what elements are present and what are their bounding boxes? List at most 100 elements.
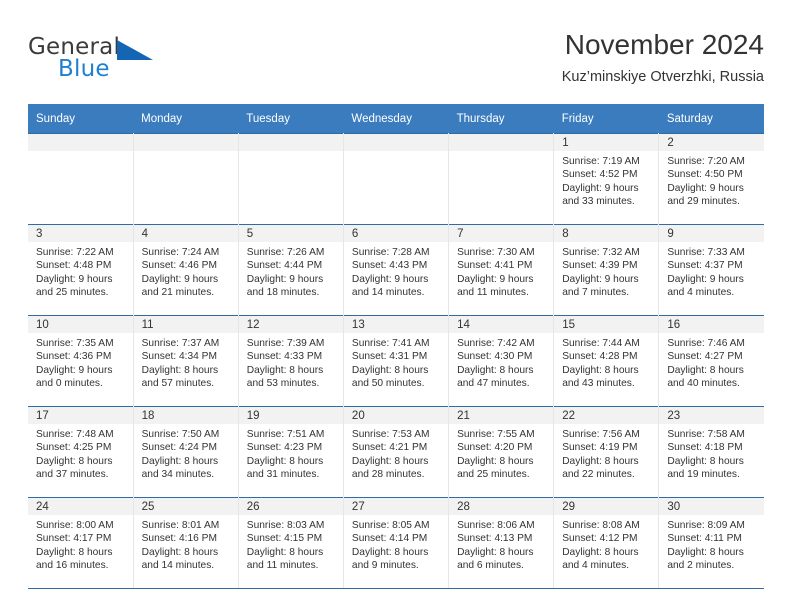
calendar-day-cell[interactable]: 27 Sunrise: 8:05 AM Sunset: 4:14 PM Dayligh… [343,497,450,589]
weekday-header-wednesday: Wednesday [343,104,449,134]
day-detail-line: Daylight: 8 hours [246,364,324,376]
calendar-day-cell[interactable]: 7 Sunrise: 7:30 AM Sunset: 4:41 PM Daylight… [448,224,555,316]
calendar-day-cell[interactable]: 22 Sunrise: 7:56 AM Sunset: 4:19 PM Dayligh… [553,406,660,498]
page-subtitle: Kuz’minskiye Otverzhki, Russia [561,69,764,85]
calendar-day-cell[interactable]: 19 Sunrise: 7:51 AM Sunset: 4:23 PM Dayligh… [238,406,344,498]
day-detail-line: Daylight: 9 hours [246,273,324,285]
calendar-table: Sunday Monday Tuesday Wednesday Thursday Frid… [28,104,764,589]
day-detail-line: and 47 minutes. [457,378,530,390]
calendar-day-cell[interactable]: 18 Sunrise: 7:50 AM Sunset: 4:24 PM Dayligh… [133,406,239,498]
calendar-day-cell[interactable]: 21 Sunrise: 7:55 AM Sunset: 4:20 PM Dayligh… [448,406,555,498]
day-detail-line: Sunset: 4:19 PM [562,442,638,454]
day-details: Sunrise: 7:46 AM Sunset: 4:27 PM Daylight:… [659,333,764,391]
day-detail-line: Daylight: 8 hours [141,364,219,376]
day-detail-line: and 2 minutes. [667,560,735,572]
calendar-day-cell[interactable]: 2 Sunrise: 7:20 AM Sunset: 4:50 PM Daylight… [658,133,764,225]
day-details: Sunrise: 7:20 AM Sunset: 4:50 PM Daylight:… [659,151,764,209]
calendar-day-cell[interactable]: 15 Sunrise: 7:44 AM Sunset: 4:28 PM Dayligh… [553,315,660,407]
day-number: 18 [133,407,238,424]
day-detail-line: and 37 minutes. [36,469,109,481]
calendar-page: General Blue November 2024 Kuz’minskiye … [0,0,792,612]
day-detail-line: Sunset: 4:25 PM [36,442,112,454]
day-detail-line: Daylight: 8 hours [351,455,429,467]
title-block: November 2024 Kuz’minskiye Otverzhki, Ru… [562,28,764,88]
day-detail-line: Sunrise: 7:58 AM [667,429,745,440]
calendar-week-row: 3 Sunrise: 7:22 AM Sunset: 4:48 PM Daylight… [28,224,764,316]
calendar-day-cell[interactable]: 10 Sunrise: 7:35 AM Sunset: 4:36 PM Dayligh… [28,315,134,407]
day-detail-line: and 19 minutes. [667,469,740,481]
day-detail-line: Daylight: 8 hours [667,546,744,558]
day-detail-line: Sunrise: 7:35 AM [36,338,114,349]
day-detail-line: and 57 minutes. [141,378,215,390]
calendar-day-cell[interactable]: 28 Sunrise: 8:06 AM Sunset: 4:13 PM Dayligh… [448,497,555,589]
day-number: 17 [28,407,133,424]
day-number: 6 [343,225,449,242]
calendar-day-cell[interactable]: 1 Sunrise: 7:19 AM Sunset: 4:52 PM Daylight… [553,133,660,225]
calendar-day-cell-empty [238,133,344,225]
calendar-day-cell[interactable]: 13 Sunrise: 7:41 AM Sunset: 4:31 PM Dayligh… [343,315,450,407]
calendar-day-cell[interactable]: 11 Sunrise: 7:37 AM Sunset: 4:34 PM Dayligh… [133,315,239,407]
day-detail-line: Daylight: 8 hours [457,364,534,376]
calendar-day-cell[interactable]: 30 Sunrise: 8:09 AM Sunset: 4:11 PM Dayligh… [658,497,764,589]
day-number: 28 [449,498,554,515]
day-detail-line: Sunrise: 7:19 AM [562,156,640,167]
calendar-day-cell[interactable]: 4 Sunrise: 7:24 AM Sunset: 4:46 PM Daylight… [133,224,239,316]
general-blue-logo[interactable]: General Blue [28,34,198,90]
day-number: 3 [28,225,133,242]
calendar-week-row: 17 Sunrise: 7:48 AM Sunset: 4:25 PM Dayligh… [28,406,764,498]
day-details: Sunrise: 7:37 AM Sunset: 4:34 PM Daylight:… [134,333,238,391]
day-detail-line: Daylight: 8 hours [246,455,324,467]
calendar-day-cell[interactable]: 8 Sunrise: 7:32 AM Sunset: 4:39 PM Daylight… [553,224,660,316]
calendar-day-cell[interactable]: 16 Sunrise: 7:46 AM Sunset: 4:27 PM Dayligh… [658,315,764,407]
calendar-day-cell[interactable]: 14 Sunrise: 7:42 AM Sunset: 4:30 PM Dayligh… [448,315,555,407]
calendar-day-cell[interactable]: 9 Sunrise: 7:33 AM Sunset: 4:37 PM Daylight… [658,224,764,316]
calendar-day-cell[interactable]: 3 Sunrise: 7:22 AM Sunset: 4:48 PM Daylight… [28,224,134,316]
day-detail-line: Daylight: 8 hours [351,546,429,558]
day-details: Sunrise: 7:22 AM Sunset: 4:48 PM Daylight:… [28,242,133,300]
day-detail-line: Sunrise: 8:00 AM [36,520,114,531]
day-number: 21 [449,407,554,424]
calendar-day-cell[interactable]: 24 Sunrise: 8:00 AM Sunset: 4:17 PM Dayligh… [28,497,134,589]
calendar-day-cell[interactable]: 26 Sunrise: 8:03 AM Sunset: 4:15 PM Dayligh… [238,497,344,589]
day-detail-line: Sunset: 4:17 PM [36,533,112,545]
day-detail-line: Daylight: 9 hours [36,273,113,285]
day-detail-line: Sunset: 4:11 PM [667,533,742,545]
day-number: 7 [449,225,554,242]
calendar-day-cell[interactable]: 20 Sunrise: 7:53 AM Sunset: 4:21 PM Dayligh… [343,406,450,498]
day-number: 13 [343,316,449,333]
day-number: 11 [133,316,238,333]
day-detail-line: Sunrise: 8:01 AM [141,520,220,531]
calendar-day-cell[interactable]: 6 Sunrise: 7:28 AM Sunset: 4:43 PM Daylight… [343,224,450,316]
day-details: Sunrise: 8:06 AM Sunset: 4:13 PM Daylight:… [449,515,553,573]
day-number [133,134,238,151]
day-detail-line: Sunset: 4:21 PM [351,442,428,454]
day-number: 29 [554,498,659,515]
calendar-day-cell[interactable]: 23 Sunrise: 7:58 AM Sunset: 4:18 PM Dayligh… [658,406,764,498]
day-detail-line: Daylight: 9 hours [667,273,744,285]
day-detail-line: Sunrise: 8:05 AM [351,520,430,531]
day-detail-line: Daylight: 8 hours [562,546,639,558]
day-details: Sunrise: 8:03 AM Sunset: 4:15 PM Daylight:… [239,515,343,573]
calendar-week-row: 1 Sunrise: 7:19 AM Sunset: 4:52 PM Daylight… [28,133,764,225]
calendar-day-cell[interactable]: 29 Sunrise: 8:08 AM Sunset: 4:12 PM Dayligh… [553,497,660,589]
page-header: General Blue November 2024 Kuz’minskiye … [28,28,764,96]
calendar-day-cell[interactable]: 25 Sunrise: 8:01 AM Sunset: 4:16 PM Dayligh… [133,497,239,589]
day-detail-line: Sunset: 4:37 PM [667,260,743,272]
day-detail-line: Sunrise: 7:20 AM [667,156,745,167]
day-number: 30 [659,498,764,515]
day-detail-line: and 33 minutes. [562,196,635,208]
day-detail-line: Sunrise: 7:26 AM [246,247,325,258]
day-number: 22 [554,407,659,424]
day-detail-line: Sunrise: 7:42 AM [457,338,535,349]
calendar-day-cell[interactable]: 17 Sunrise: 7:48 AM Sunset: 4:25 PM Dayligh… [28,406,134,498]
day-detail-line: Sunrise: 7:44 AM [562,338,640,349]
day-detail-line: Sunset: 4:31 PM [351,351,428,363]
day-number: 14 [449,316,554,333]
day-detail-line: and 21 minutes. [141,287,215,299]
calendar-day-cell[interactable]: 12 Sunrise: 7:39 AM Sunset: 4:33 PM Dayligh… [238,315,344,407]
calendar-day-cell-empty [343,133,450,225]
day-detail-line: and 29 minutes. [667,196,740,208]
day-detail-line: and 22 minutes. [562,469,635,481]
day-detail-line: Sunrise: 8:09 AM [667,520,745,531]
calendar-day-cell[interactable]: 5 Sunrise: 7:26 AM Sunset: 4:44 PM Daylight… [238,224,344,316]
